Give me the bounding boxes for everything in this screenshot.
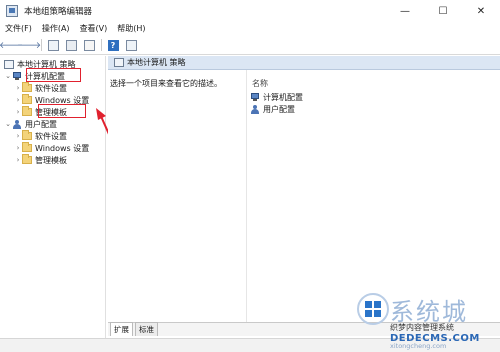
menu-bar: 文件(F) 操作(A) 查看(V) 帮助(H) bbox=[0, 22, 500, 35]
tree-item-user-software-settings[interactable]: › 软件设置 bbox=[14, 130, 67, 142]
tab-standard[interactable]: 标准 bbox=[135, 322, 158, 336]
tab-extended[interactable]: 扩展 bbox=[110, 322, 133, 336]
tree-item-label: 管理模板 bbox=[35, 155, 67, 165]
window-controls: — ☐ ✕ bbox=[386, 0, 500, 22]
folder-icon bbox=[22, 130, 32, 140]
menu-action[interactable]: 操作(A) bbox=[37, 23, 75, 34]
tree-item-user-windows-settings[interactable]: › Windows 设置 bbox=[14, 142, 89, 154]
chevron-right-icon[interactable]: › bbox=[14, 84, 22, 92]
properties-button[interactable] bbox=[64, 38, 78, 52]
column-header-name[interactable]: 名称 bbox=[252, 78, 268, 89]
properties-icon bbox=[65, 39, 77, 51]
user-icon bbox=[12, 119, 22, 129]
tree-item-label: Windows 设置 bbox=[35, 143, 90, 153]
toolbar-separator-2 bbox=[101, 39, 102, 51]
export-list-icon bbox=[83, 39, 95, 51]
tree-item-user-admin-templates[interactable]: › 管理模板 bbox=[14, 154, 67, 166]
toolbar: 🡐 🡒 ? bbox=[0, 36, 500, 55]
export-list-button[interactable] bbox=[82, 38, 96, 52]
chevron-right-icon[interactable]: › bbox=[14, 108, 22, 116]
help-button[interactable]: ? bbox=[106, 38, 120, 52]
menu-help[interactable]: 帮助(H) bbox=[112, 23, 150, 34]
show-action-pane-button[interactable] bbox=[124, 38, 138, 52]
chevron-right-icon[interactable]: › bbox=[14, 132, 22, 140]
forward-button[interactable]: 🡒 bbox=[17, 38, 41, 52]
list-item-user-config[interactable]: 用户配置 bbox=[250, 104, 295, 115]
windows-logo-icon bbox=[357, 293, 389, 325]
chevron-right-icon[interactable]: › bbox=[14, 96, 22, 104]
chevron-down-icon[interactable]: ⌄ bbox=[4, 72, 12, 80]
tree-item-label: 软件设置 bbox=[35, 83, 67, 93]
maximize-button[interactable]: ☐ bbox=[424, 0, 462, 22]
list-item-computer-config[interactable]: 计算机配置 bbox=[250, 92, 303, 103]
pane-divider bbox=[246, 70, 247, 322]
action-pane-icon bbox=[125, 39, 137, 51]
folder-icon bbox=[22, 82, 32, 92]
console-tree-icon bbox=[47, 39, 59, 51]
menu-file[interactable]: 文件(F) bbox=[0, 23, 37, 34]
list-item-label: 计算机配置 bbox=[263, 93, 303, 102]
policy-icon bbox=[4, 59, 14, 69]
user-icon bbox=[250, 105, 260, 114]
chevron-down-icon[interactable]: ⌄ bbox=[4, 120, 12, 128]
description-text: 选择一个项目来查看它的描述。 bbox=[110, 79, 222, 88]
folder-icon bbox=[22, 94, 32, 104]
watermark-site-secondary: xitongcheng.com bbox=[390, 342, 447, 350]
window-title: 本地组策略编辑器 bbox=[24, 7, 93, 17]
help-icon: ? bbox=[107, 39, 119, 51]
minimize-button[interactable]: — bbox=[386, 0, 424, 22]
chevron-right-icon[interactable]: › bbox=[14, 156, 22, 164]
list-item-label: 用户配置 bbox=[263, 105, 295, 114]
highlight-box-computer-config bbox=[26, 68, 81, 82]
tree-item-label: 软件设置 bbox=[35, 131, 67, 141]
console-tree: 本地计算机 策略 ⌄ 计算机配置 › 软件设置 › Windows 设置 › 管… bbox=[2, 56, 106, 340]
folder-icon bbox=[22, 142, 32, 152]
folder-icon bbox=[22, 154, 32, 164]
watermark-subtitle: 织梦内容管理系统 bbox=[390, 323, 454, 332]
details-header-title: 本地计算机 策略 bbox=[127, 58, 186, 67]
folder-icon bbox=[22, 106, 32, 116]
computer-icon bbox=[250, 93, 260, 102]
menu-view[interactable]: 查看(V) bbox=[75, 23, 113, 34]
tree-item-software-settings[interactable]: › 软件设置 bbox=[14, 82, 67, 94]
title-bar: 本地组策略编辑器 — ☐ ✕ bbox=[0, 0, 500, 22]
show-tree-button[interactable] bbox=[46, 38, 60, 52]
app-icon bbox=[6, 5, 18, 17]
details-pane: 本地计算机 策略 选择一个项目来查看它的描述。 名称 计算机配置 用户配置 bbox=[108, 56, 500, 322]
chevron-right-icon[interactable]: › bbox=[14, 144, 22, 152]
close-button[interactable]: ✕ bbox=[462, 0, 500, 22]
forward-arrow-icon: 🡒 bbox=[16, 40, 42, 51]
details-header: 本地计算机 策略 bbox=[108, 56, 500, 70]
tree-item-user-config[interactable]: ⌄ 用户配置 bbox=[4, 118, 57, 130]
highlight-box-admin-templates bbox=[38, 104, 86, 118]
computer-icon bbox=[12, 71, 22, 81]
watermark: 系统城 织梦内容管理系统 DEDECMS.COM xitongcheng.com bbox=[350, 290, 500, 352]
back-button[interactable]: 🡐 bbox=[0, 38, 23, 52]
tree-item-label: 用户配置 bbox=[25, 119, 57, 129]
toolbar-separator bbox=[41, 39, 42, 51]
policy-icon bbox=[114, 58, 124, 67]
